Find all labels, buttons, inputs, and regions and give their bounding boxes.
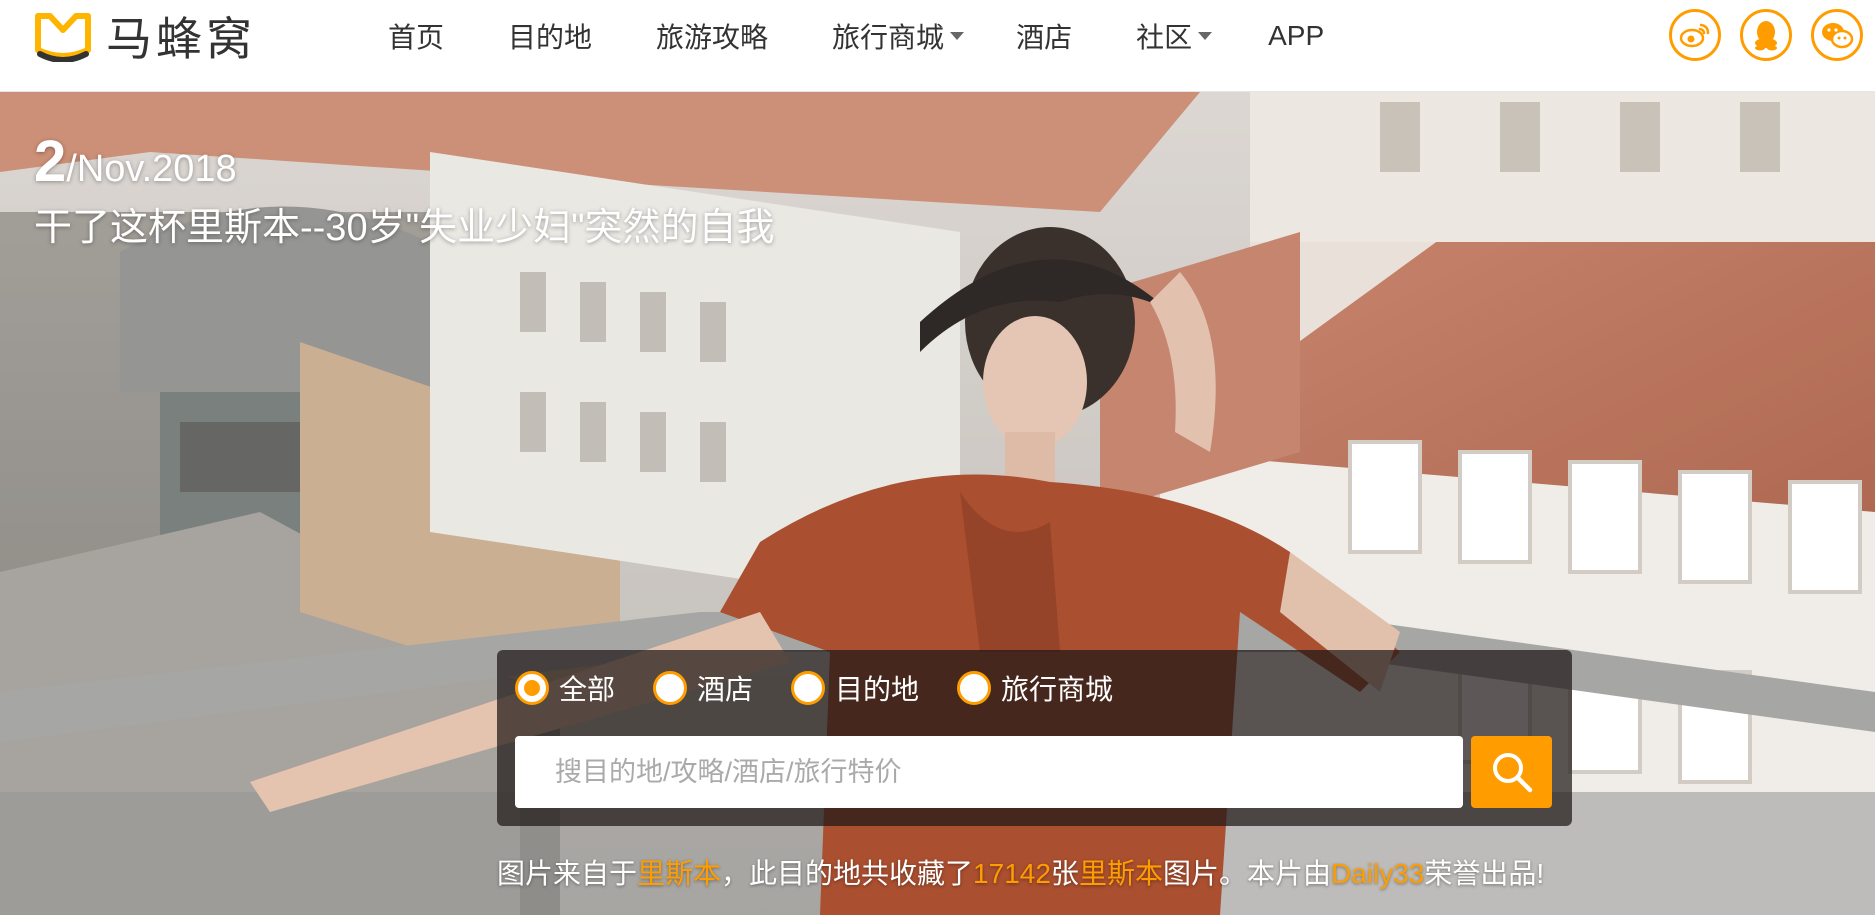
wechat-button[interactable]: [1811, 9, 1863, 61]
radio-label: 目的地: [835, 674, 920, 705]
nav-label: 社区: [1136, 22, 1193, 53]
credit-place-link[interactable]: 里斯本: [1079, 858, 1163, 889]
radio-unchecked-icon: [653, 671, 688, 705]
top-header: 马蜂窝 首页 目的地 旅游攻略 旅行商城 酒店 社区 APP: [0, 0, 1875, 92]
qq-icon: [1755, 21, 1777, 51]
main-nav: 首页 目的地 旅游攻略 旅行商城 酒店 社区 APP: [388, 0, 1388, 72]
radio-destinations[interactable]: 目的地: [791, 668, 919, 708]
logo-text: 马蜂窝: [106, 12, 256, 66]
chevron-down-icon: [950, 32, 965, 40]
nav-label: 酒店: [1016, 22, 1073, 53]
radio-label: 旅行商城: [1001, 674, 1114, 705]
weibo-icon: [1679, 23, 1710, 48]
qq-button[interactable]: [1740, 9, 1792, 61]
credit-text: 图片来自于: [497, 858, 638, 889]
credit-count: 17142: [973, 858, 1051, 889]
search-icon: [1492, 753, 1532, 793]
radio-label: 全部: [559, 674, 616, 705]
weibo-button[interactable]: [1669, 9, 1721, 61]
nav-item-destinations[interactable]: 目的地: [508, 16, 592, 56]
wechat-icon: [1822, 23, 1854, 49]
hero-title[interactable]: 干了这杯里斯本--30岁"失业少妇"突然的自我: [34, 196, 775, 251]
search-type-group: 全部 酒店 目的地 旅行商城: [515, 668, 1151, 708]
photo-credit: 图片来自于里斯本，此目的地共收藏了17142张里斯本图片。本片由Daily33荣…: [497, 852, 1544, 892]
site-logo[interactable]: 马蜂窝: [34, 8, 256, 66]
credit-text: 张: [1050, 858, 1079, 889]
credit-text: 荣誉出品!: [1424, 858, 1545, 889]
nav-item-community[interactable]: 社区: [1136, 16, 1213, 56]
search-input[interactable]: [515, 736, 1463, 808]
nav-label: 旅游攻略: [656, 22, 769, 53]
nav-label: 旅行商城: [832, 22, 945, 53]
radio-all[interactable]: 全部: [515, 668, 615, 708]
nav-item-travel-mall[interactable]: 旅行商城: [832, 16, 965, 56]
chevron-down-icon: [1198, 32, 1213, 40]
radio-hotels[interactable]: 酒店: [653, 668, 753, 708]
search-panel: 全部 酒店 目的地 旅行商城: [497, 650, 1572, 826]
nav-label: 目的地: [508, 22, 593, 53]
hero-banner: 2/Nov.2018 干了这杯里斯本--30岁"失业少妇"突然的自我 全部 酒店…: [0, 92, 1875, 915]
credit-author-link[interactable]: Daily33: [1331, 858, 1424, 889]
credit-text: 图片。本片由: [1162, 858, 1331, 889]
radio-travel-mall[interactable]: 旅行商城: [957, 668, 1113, 708]
nav-item-home[interactable]: 首页: [388, 16, 444, 56]
date-month-year: /Nov.2018: [66, 148, 237, 190]
search-button[interactable]: [1471, 736, 1552, 808]
date-day: 2: [34, 129, 67, 194]
credit-text: ，此目的地共收藏了: [721, 858, 974, 889]
radio-unchecked-icon: [957, 671, 992, 705]
nav-label: 首页: [388, 22, 445, 53]
radio-unchecked-icon: [791, 671, 826, 705]
hero-date: 2/Nov.2018: [34, 128, 237, 195]
radio-label: 酒店: [697, 674, 754, 705]
credit-place-link[interactable]: 里斯本: [637, 858, 721, 889]
logo-mark-icon: [35, 13, 91, 62]
nav-item-guides[interactable]: 旅游攻略: [656, 16, 768, 56]
nav-item-app[interactable]: APP: [1268, 20, 1324, 52]
nav-item-hotels[interactable]: 酒店: [1016, 16, 1072, 56]
radio-checked-icon: [515, 671, 549, 705]
nav-label: APP: [1268, 20, 1325, 51]
social-links: [1669, 9, 1863, 61]
